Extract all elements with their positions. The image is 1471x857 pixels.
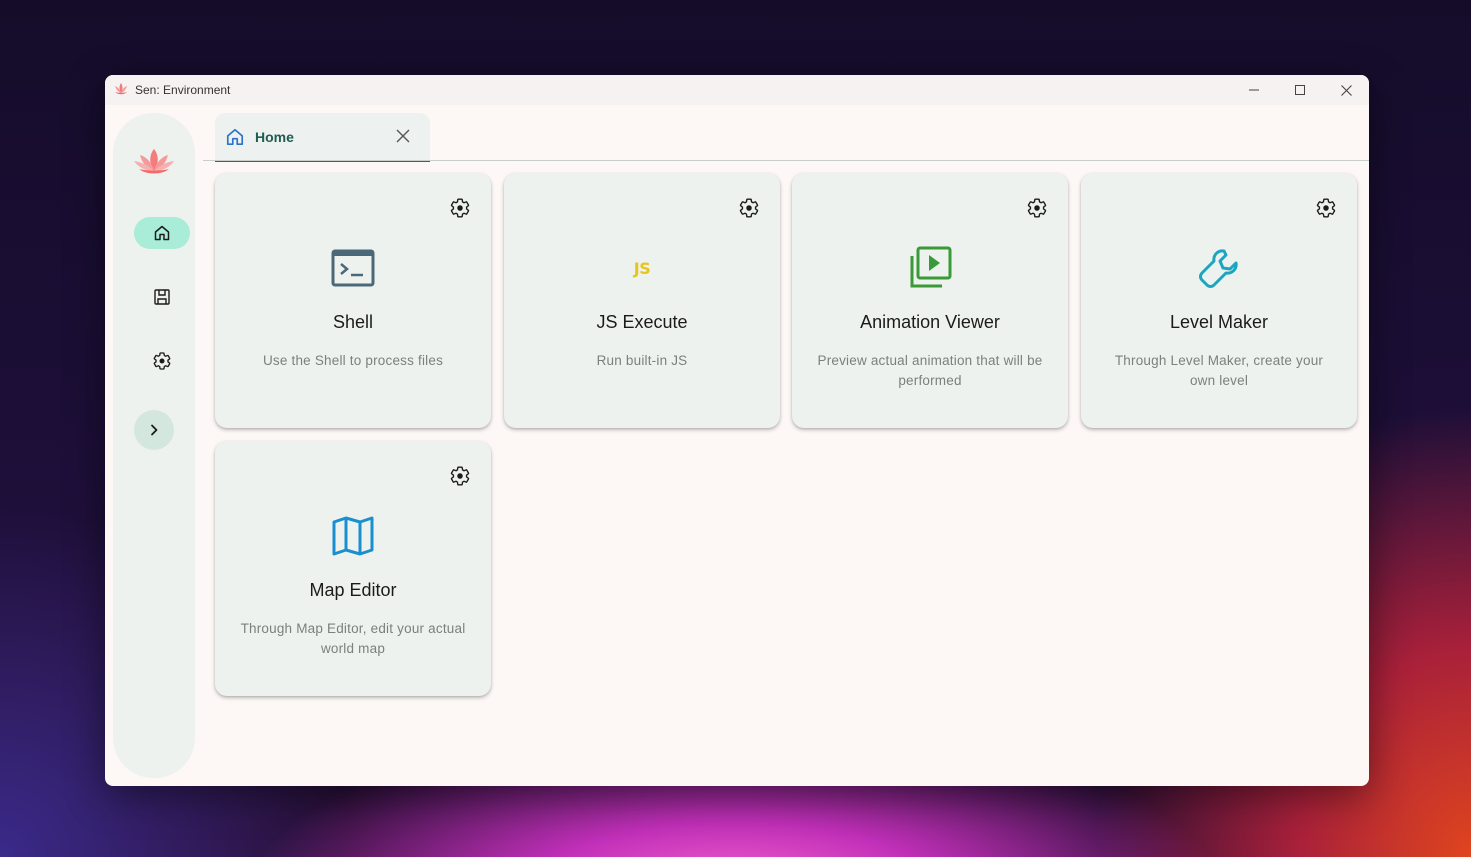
card-description: Through Level Maker, create your own lev… xyxy=(1114,353,1324,388)
card-animation-viewer[interactable]: Animation Viewer Preview actual animatio… xyxy=(792,173,1068,428)
gear-icon xyxy=(739,198,759,218)
tab-label: Home xyxy=(255,129,294,145)
app-window: Sen: Environment Home Shell Use the Shel… xyxy=(105,75,1369,786)
minimize-icon xyxy=(1249,89,1259,91)
terminal-icon xyxy=(331,246,375,290)
nav-item-settings[interactable] xyxy=(134,345,190,377)
close-window-button[interactable] xyxy=(1323,75,1369,105)
gear-icon xyxy=(450,198,470,218)
close-icon xyxy=(1340,84,1352,96)
nav-item-home[interactable] xyxy=(134,217,190,249)
card-settings-button[interactable] xyxy=(449,465,471,487)
card-shell[interactable]: Shell Use the Shell to process files xyxy=(215,173,491,428)
card-settings-button[interactable] xyxy=(1026,197,1048,219)
gear-icon xyxy=(450,466,470,486)
map-icon xyxy=(331,514,375,558)
card-level-maker[interactable]: Level Maker Through Level Maker, create … xyxy=(1081,173,1357,428)
maximize-button[interactable] xyxy=(1277,75,1323,105)
home-icon xyxy=(154,225,170,241)
card-description: Through Map Editor, edit your actual wor… xyxy=(240,621,466,656)
card-title: JS Execute xyxy=(596,312,688,332)
maximize-icon xyxy=(1295,85,1305,95)
tab-home[interactable]: Home xyxy=(215,113,430,162)
gear-icon xyxy=(1027,198,1047,218)
card-settings-button[interactable] xyxy=(1315,197,1337,219)
minimize-button[interactable] xyxy=(1231,75,1277,105)
js-icon-text: JS xyxy=(633,258,651,278)
card-title: Level Maker xyxy=(1169,312,1269,332)
home-icon xyxy=(226,128,244,146)
save-icon xyxy=(154,289,170,305)
lotus-logo-icon xyxy=(115,83,127,95)
window-title: Sen: Environment xyxy=(135,83,231,97)
card-title: Map Editor xyxy=(309,580,397,600)
card-description: Use the Shell to process files xyxy=(262,353,444,368)
chevron-right-icon xyxy=(151,424,158,436)
card-settings-button[interactable] xyxy=(738,197,760,219)
wrench-icon xyxy=(1197,246,1241,290)
card-title: Shell xyxy=(332,312,374,332)
tab-divider xyxy=(203,160,1369,161)
card-title: Animation Viewer xyxy=(860,312,1000,332)
card-map-editor[interactable]: Map Editor Through Map Editor, edit your… xyxy=(215,441,491,696)
gear-icon xyxy=(1316,198,1336,218)
gear-icon xyxy=(153,352,171,370)
js-icon: JS xyxy=(620,246,664,290)
navigation-rail xyxy=(113,113,195,778)
title-bar: Sen: Environment xyxy=(105,75,1369,105)
card-description: Run built-in JS xyxy=(596,353,688,368)
lotus-logo-icon xyxy=(134,149,174,174)
video-library-icon xyxy=(908,246,952,290)
close-tab-icon[interactable] xyxy=(393,126,413,146)
card-settings-button[interactable] xyxy=(449,197,471,219)
nav-item-saves[interactable] xyxy=(134,281,190,313)
expand-rail-button[interactable] xyxy=(134,410,174,450)
card-description: Preview actual animation that will be pe… xyxy=(817,353,1043,388)
card-js-execute[interactable]: JS JS Execute Run built-in JS xyxy=(504,173,780,428)
